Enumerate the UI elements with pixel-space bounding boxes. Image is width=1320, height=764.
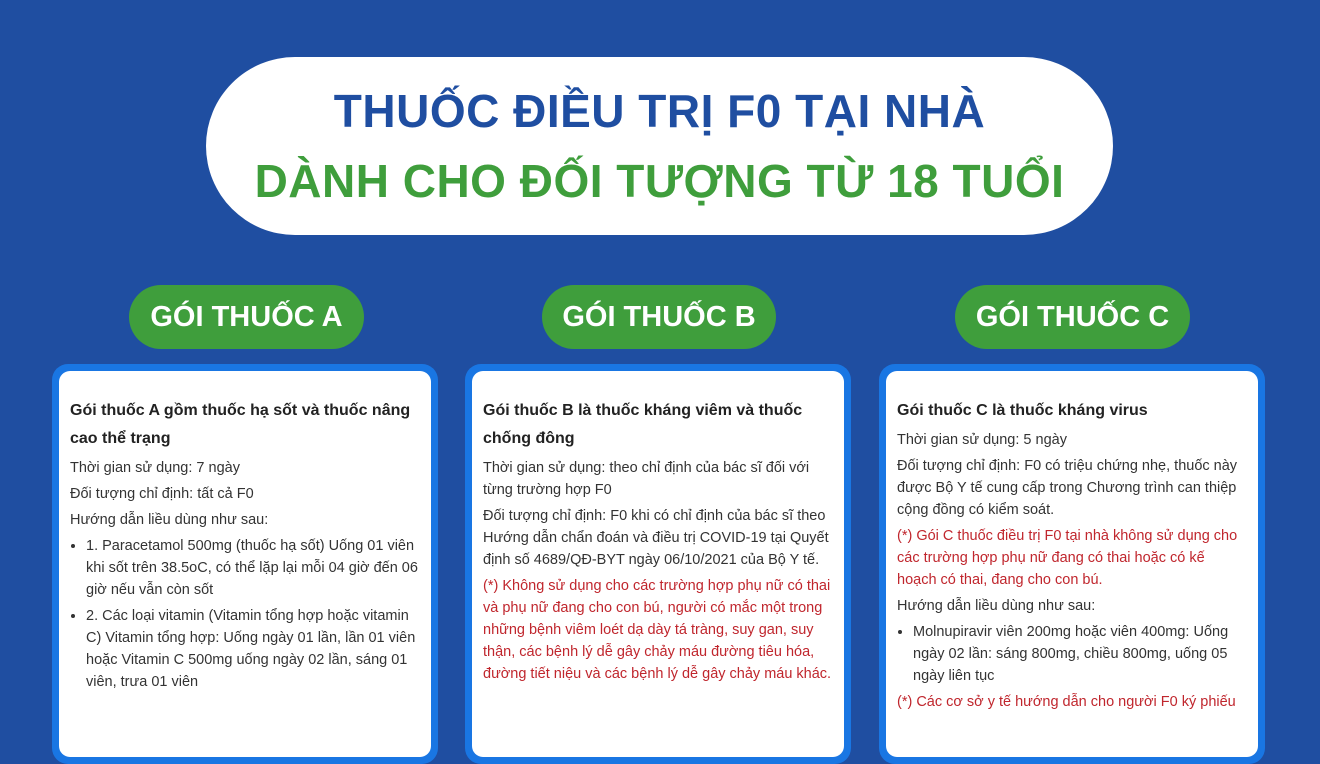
package-b-time: Thời gian sử dụng: theo chỉ định của bác… (483, 460, 810, 498)
list-item: Molnupiravir viên 200mg hoặc viên 400mg:… (913, 621, 1246, 687)
package-c-warning-2: (*) Các cơ sở y tế hướng dẫn cho người F… (897, 694, 1236, 710)
package-b-card: Gói thuốc B là thuốc kháng viêm và thuốc… (465, 364, 851, 764)
package-c-card: Gói thuốc C là thuốc kháng virus Thời gi… (879, 364, 1265, 764)
package-a-label: GÓI THUỐC A (129, 285, 364, 349)
list-item: 2. Các loại vitamin (Vitamin tổng hợp ho… (86, 605, 419, 693)
package-c-dosage-list: Molnupiravir viên 200mg hoặc viên 400mg:… (897, 621, 1246, 687)
package-b-target: Đối tượng chỉ định: F0 khi có chỉ định c… (483, 508, 829, 568)
package-c-warning: (*) Gói C thuốc điều trị F0 tại nhà khôn… (897, 528, 1238, 588)
package-c-target: Đối tượng chỉ định: F0 có triệu chứng nh… (897, 458, 1238, 518)
package-c-time: Thời gian sử dụng: 5 ngày (897, 432, 1067, 448)
title-line-1: THUỐC ĐIỀU TRỊ F0 TẠI NHÀ (333, 85, 986, 137)
package-a-card: Gói thuốc A gồm thuốc hạ sốt và thuốc nâ… (52, 364, 438, 764)
package-c-label: GÓI THUỐC C (955, 285, 1190, 349)
package-a-dosage-list: 1. Paracetamol 500mg (thuốc hạ sốt) Uống… (70, 535, 419, 693)
title-line-2: DÀNH CHO ĐỐI TƯỢNG TỪ 18 TUỔI (254, 155, 1065, 207)
package-b-card-body: Gói thuốc B là thuốc kháng viêm và thuốc… (472, 371, 844, 757)
title-banner: THUỐC ĐIỀU TRỊ F0 TẠI NHÀ DÀNH CHO ĐỐI T… (206, 57, 1113, 235)
list-item: 1. Paracetamol 500mg (thuốc hạ sốt) Uống… (86, 535, 419, 601)
package-b-heading: Gói thuốc B là thuốc kháng viêm và thuốc… (483, 402, 803, 447)
package-a-target: Đối tượng chỉ định: tất cả F0 (70, 486, 254, 502)
package-c-card-body: Gói thuốc C là thuốc kháng virus Thời gi… (886, 371, 1258, 757)
package-c-heading: Gói thuốc C là thuốc kháng virus (897, 402, 1148, 419)
package-a-heading: Gói thuốc A gồm thuốc hạ sốt và thuốc nâ… (70, 402, 411, 447)
package-c-guide: Hướng dẫn liều dùng như sau: (897, 598, 1096, 614)
package-b-label: GÓI THUỐC B (542, 285, 776, 349)
package-a-guide: Hướng dẫn liều dùng như sau: (70, 512, 269, 528)
package-a-card-body: Gói thuốc A gồm thuốc hạ sốt và thuốc nâ… (59, 371, 431, 757)
package-b-warning: (*) Không sử dụng cho các trường hợp phụ… (483, 578, 832, 682)
package-a-time: Thời gian sử dụng: 7 ngày (70, 460, 240, 476)
